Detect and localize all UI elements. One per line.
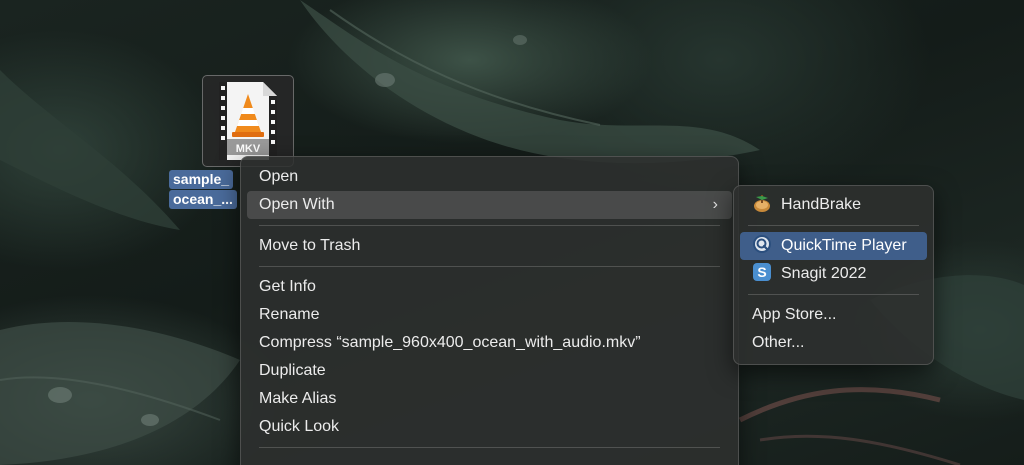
- menu-item-get-info[interactable]: Get Info: [247, 273, 732, 301]
- menu-separator: [259, 225, 720, 226]
- submenu-item-quicktime-label: QuickTime Player: [781, 237, 907, 254]
- file-type-badge: MKV: [236, 143, 261, 155]
- menu-item-make-alias[interactable]: Make Alias: [247, 385, 732, 413]
- submenu-item-snagit-label: Snagit 2022: [781, 265, 867, 282]
- file-name-line-2: ocean_...: [169, 190, 237, 209]
- menu-item-rename[interactable]: Rename: [247, 301, 732, 329]
- submenu-item-other[interactable]: Other...: [740, 329, 927, 357]
- menu-item-open-with[interactable]: Open With ›: [247, 191, 732, 219]
- handbrake-icon: [754, 195, 770, 212]
- file-name-label[interactable]: sample_ ocean_...: [169, 170, 245, 210]
- menu-separator: [259, 266, 720, 267]
- context-menu: Open Open With › Move to Trash Get Info …: [240, 156, 739, 465]
- menu-item-duplicate[interactable]: Duplicate: [247, 357, 732, 385]
- open-with-submenu: HandBrake QuickTime Player S Snagit 2022…: [733, 185, 934, 365]
- snagit-icon: S: [753, 263, 771, 281]
- chevron-right-icon: ›: [712, 196, 718, 213]
- submenu-item-app-store[interactable]: App Store...: [740, 301, 927, 329]
- menu-item-quick-look[interactable]: Quick Look: [247, 413, 732, 441]
- submenu-item-handbrake-label: HandBrake: [781, 196, 862, 213]
- menu-separator: [259, 447, 720, 448]
- menu-item-move-to-trash[interactable]: Move to Trash: [247, 232, 732, 260]
- desktop-wallpaper: MKV sample_ ocean_... Open Open With › M…: [0, 0, 1024, 465]
- menu-item-open-with-label: Open With: [259, 196, 335, 213]
- submenu-item-handbrake[interactable]: HandBrake: [740, 191, 927, 219]
- submenu-separator: [748, 294, 919, 295]
- submenu-item-quicktime-player[interactable]: QuickTime Player: [740, 232, 927, 260]
- submenu-item-snagit[interactable]: S Snagit 2022: [740, 260, 927, 288]
- mkv-file-icon[interactable]: MKV: [202, 75, 294, 167]
- file-name-line-1: sample_: [169, 170, 234, 189]
- menu-item-compress[interactable]: Compress “sample_960x400_ocean_with_audi…: [247, 329, 732, 357]
- svg-text:S: S: [757, 264, 766, 280]
- submenu-separator: [748, 225, 919, 226]
- menu-item-open[interactable]: Open: [247, 163, 732, 191]
- vlc-cone-icon: MKV: [219, 82, 277, 160]
- quicktime-icon: [753, 235, 771, 253]
